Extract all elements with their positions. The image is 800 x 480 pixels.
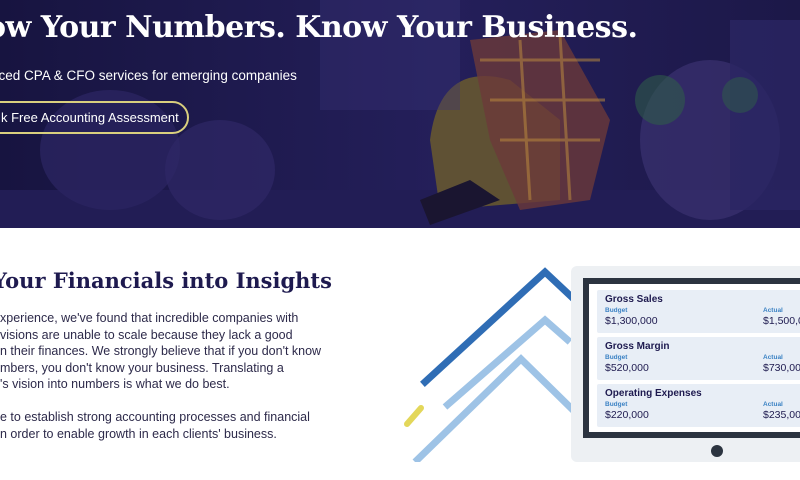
hero-title: ow Your Numbers. Know Your Business. [0, 10, 638, 45]
growth-chevrons-illustration [404, 267, 582, 462]
actual-value: $730,000 [763, 362, 800, 374]
paragraph-line: n their finances. We strongly believe th… [0, 344, 322, 358]
budget-label: Budget [605, 307, 628, 314]
metric-card-gross-margin: Gross Margin Budget Actual $520,000 $730… [597, 337, 800, 380]
metric-title: Gross Sales [605, 294, 663, 305]
dashboard-monitor: Gross Sales Budget Actual $1,300,000 $1,… [571, 266, 800, 462]
budget-value: $1,300,000 [605, 315, 658, 327]
paragraph-line: visions are unable to scale because they… [0, 327, 293, 342]
metric-card-gross-sales: Gross Sales Budget Actual $1,300,000 $1,… [597, 290, 800, 333]
budget-value: $220,000 [605, 409, 649, 421]
actual-label: Actual [763, 401, 783, 408]
metric-card-operating-expenses: Operating Expenses Budget Actual $220,00… [597, 384, 800, 427]
actual-label: Actual [763, 354, 783, 361]
actual-value: $235,000 [763, 409, 800, 421]
actual-value: $1,500,000 [763, 315, 800, 327]
intro-paragraph: xperience, we've found that incredible c… [0, 310, 360, 393]
budget-label: Budget [605, 354, 628, 361]
paragraph-line: e to establish strong accounting process… [0, 410, 310, 424]
budget-value: $520,000 [605, 362, 649, 374]
paragraph-line: xperience, we've found that incredible c… [0, 311, 299, 325]
metric-title: Operating Expenses [605, 388, 702, 399]
paragraph-line: 's vision into numbers is what we do bes… [0, 377, 230, 391]
goal-paragraph: e to establish strong accounting process… [0, 409, 360, 442]
paragraph-line: mbers, you don't know your business. Tra… [0, 360, 284, 375]
paragraph-line: n order to enable growth in each clients… [0, 426, 277, 441]
dashboard-screen: Gross Sales Budget Actual $1,300,000 $1,… [583, 278, 800, 438]
budget-label: Budget [605, 401, 628, 408]
free-assessment-button[interactable]: k Free Accounting Assessment [0, 101, 189, 134]
hero-subtitle: rced CPA & CFO services for emerging com… [0, 68, 297, 83]
metric-title: Gross Margin [605, 341, 670, 352]
hero-banner: ow Your Numbers. Know Your Business. rce… [0, 0, 800, 228]
actual-label: Actual [763, 307, 783, 314]
section-heading: Your Financials into Insights [0, 268, 332, 293]
monitor-power-dot-icon [711, 445, 723, 457]
